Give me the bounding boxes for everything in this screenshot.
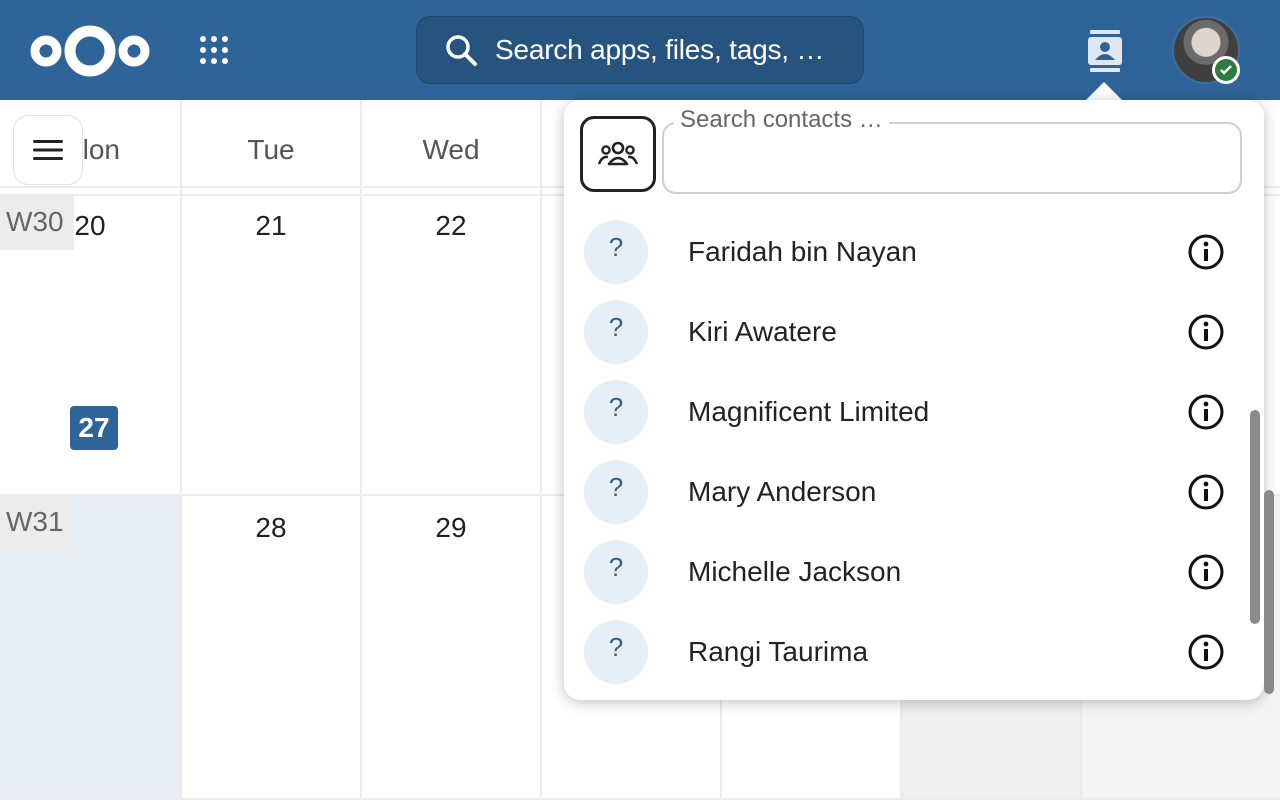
unified-search[interactable]: Search apps, files, tags, … bbox=[416, 16, 864, 84]
contact-item[interactable]: ? Michelle Jackson bbox=[564, 532, 1264, 612]
apps-grid-icon[interactable] bbox=[198, 34, 230, 66]
contact-name: Kiri Awatere bbox=[688, 316, 837, 347]
search-icon bbox=[446, 35, 477, 66]
day-header-tue: Tue bbox=[247, 134, 295, 165]
date-number[interactable]: 22 bbox=[421, 210, 481, 242]
info-icon[interactable] bbox=[1186, 392, 1226, 432]
week-number[interactable]: W31 bbox=[0, 496, 74, 550]
contact-groups-button[interactable] bbox=[580, 116, 656, 192]
hamburger-menu-icon bbox=[33, 140, 63, 160]
contact-item[interactable]: ? Kiri Awatere bbox=[564, 292, 1264, 372]
info-icon[interactable] bbox=[1186, 552, 1226, 592]
info-icon[interactable] bbox=[1186, 312, 1226, 352]
contacts-scrollbar[interactable] bbox=[1250, 410, 1260, 624]
today-date-badge[interactable]: 27 bbox=[70, 406, 118, 450]
contact-avatar: ? bbox=[584, 620, 648, 684]
contact-item[interactable]: ? Magnificent Limited bbox=[564, 372, 1264, 452]
contact-item[interactable]: ? Mary Anderson bbox=[564, 452, 1264, 532]
info-icon[interactable] bbox=[1186, 472, 1226, 512]
contact-name: Magnificent Limited bbox=[688, 396, 930, 427]
info-icon[interactable] bbox=[1186, 232, 1226, 272]
contact-name: Rangi Taurima bbox=[688, 636, 869, 667]
contact-name: Faridah bin Nayan bbox=[688, 236, 917, 267]
day-header-wed: Wed bbox=[422, 134, 480, 165]
contact-item[interactable]: ? Faridah bin Nayan bbox=[564, 212, 1264, 292]
contact-avatar: ? bbox=[584, 220, 648, 284]
nextcloud-logo-icon[interactable] bbox=[28, 24, 152, 78]
date-number[interactable]: 21 bbox=[241, 210, 301, 242]
contact-avatar: ? bbox=[584, 540, 648, 604]
navigation-toggle-button[interactable] bbox=[14, 116, 82, 184]
search-placeholder: Search apps, files, tags, … bbox=[495, 34, 825, 65]
contacts-search-input[interactable] bbox=[664, 124, 1240, 192]
page-scrollbar[interactable] bbox=[1264, 490, 1274, 694]
popover-arrow bbox=[1084, 82, 1124, 102]
contact-name: Michelle Jackson bbox=[688, 556, 902, 587]
date-number[interactable]: 28 bbox=[241, 512, 301, 544]
contacts-search-label: Search contacts … bbox=[674, 106, 889, 134]
contacts-icon[interactable] bbox=[1080, 26, 1130, 76]
contacts-menu: Search contacts … ? Faridah bin Nayan ? … bbox=[564, 100, 1264, 700]
contact-avatar: ? bbox=[584, 380, 648, 444]
group-icon bbox=[597, 141, 639, 166]
date-number[interactable]: 20 bbox=[60, 210, 120, 242]
info-icon[interactable] bbox=[1186, 632, 1226, 672]
date-number[interactable]: 29 bbox=[421, 512, 481, 544]
contact-name: Mary Anderson bbox=[688, 476, 877, 507]
online-status-icon bbox=[1212, 56, 1240, 84]
contact-avatar: ? bbox=[584, 460, 648, 524]
contact-avatar: ? bbox=[584, 300, 648, 364]
contact-item[interactable]: ? Rangi Taurima bbox=[564, 612, 1264, 692]
